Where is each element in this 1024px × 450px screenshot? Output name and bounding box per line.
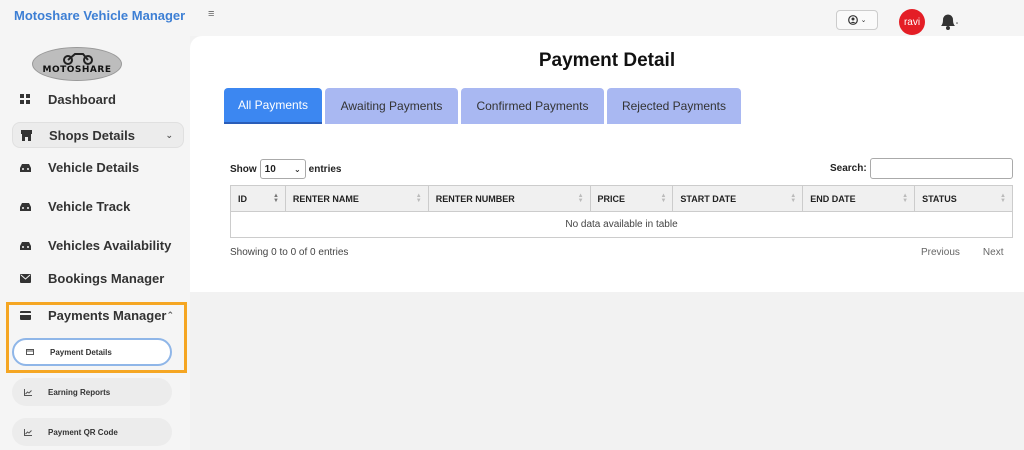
user-menu-dropdown[interactable]: ⌄ — [836, 10, 878, 30]
previous-page-button[interactable]: Previous — [921, 247, 960, 258]
sidebar-subitem-label: Payment QR Code — [48, 427, 118, 437]
column-header-renter-number[interactable]: RENTER NUMBER ▲ ▼ — [427, 185, 591, 212]
sidebar: Motoshare Vehicle Manager MOTOSHARE Dash… — [0, 0, 190, 450]
sidebar-item-vehicle-details[interactable]: Vehicle Details — [12, 154, 184, 180]
table-row: No data available in table — [230, 211, 1013, 238]
empty-table-message: No data available in table — [230, 211, 1013, 238]
main-content: Payment Detail All Payments Awaiting Pay… — [190, 36, 1024, 292]
entries-label: entries — [308, 163, 342, 175]
search-label: Search: — [830, 163, 867, 174]
column-header-start-date[interactable]: START DATE ▲ ▼ — [672, 185, 804, 212]
sort-icon: ▲ ▼ — [577, 193, 584, 204]
entries-length-control: Show 10 ⌄ entries — [230, 159, 341, 179]
highlight-box — [6, 302, 187, 373]
sort-icon: ▲ ▼ — [902, 193, 909, 204]
next-page-button[interactable]: Next — [983, 247, 1004, 258]
car-icon — [18, 160, 32, 174]
sidebar-item-label: Vehicle Track — [48, 198, 131, 214]
sidebar-item-label: Vehicles Availability — [48, 237, 172, 253]
menu-toggle-icon[interactable]: ≡ — [208, 8, 214, 20]
column-header-status[interactable]: STATUS ▲ ▼ — [914, 185, 1013, 212]
app-title[interactable]: Motoshare Vehicle Manager — [14, 8, 185, 23]
page-title: Payment Detail — [538, 50, 676, 71]
sidebar-item-label: Bookings Manager — [48, 270, 165, 286]
avatar[interactable]: ravi — [899, 9, 925, 35]
car-icon — [18, 199, 32, 213]
table-header-row: ID ▲ ▼ RENTER NAME ▲ ▼ RENTER NUMBER ▲ ▼ PRICE… — [230, 185, 1013, 212]
sidebar-item-vehicle-track[interactable]: Vehicle Track — [12, 193, 184, 219]
pagination: Previous Next — [921, 247, 1003, 258]
chart-icon — [22, 388, 34, 396]
sidebar-item-label: Dashboard — [48, 91, 116, 107]
store-icon — [19, 128, 33, 142]
entries-value: 10 — [264, 163, 276, 175]
tab-confirmed-payments[interactable]: Confirmed Payments — [461, 88, 604, 124]
user-circle-icon — [847, 15, 858, 25]
entries-select[interactable]: 10 ⌄ — [259, 159, 306, 179]
sort-icon: ▲ ▼ — [660, 193, 667, 204]
grid-icon — [18, 92, 32, 106]
chevron-down-icon: ⌄ — [165, 129, 173, 140]
column-header-id[interactable]: ID ▲ ▼ — [230, 185, 286, 212]
column-header-price[interactable]: PRICE ▲ ▼ — [589, 185, 674, 212]
table-info: Showing 0 to 0 of 0 entries — [230, 247, 349, 258]
sidebar-item-dashboard[interactable]: Dashboard — [12, 86, 184, 112]
chart-icon — [22, 428, 34, 436]
logo-text: MOTOSHARE — [42, 65, 112, 75]
sidebar-item-label: Vehicle Details — [48, 159, 140, 175]
sidebar-item-bookings-manager[interactable]: Bookings Manager — [12, 265, 184, 291]
sidebar-item-shops-details[interactable]: Shops Details ⌄ — [12, 122, 184, 148]
sidebar-subitem-label: Earning Reports — [48, 387, 111, 397]
sidebar-subitem-earning-reports[interactable]: Earning Reports — [12, 378, 172, 406]
bell-icon[interactable] — [938, 11, 958, 31]
sort-icon: ▲ ▼ — [790, 193, 797, 204]
payments-table: ID ▲ ▼ RENTER NAME ▲ ▼ RENTER NUMBER ▲ ▼ PRICE… — [230, 185, 1013, 238]
envelope-icon — [18, 271, 32, 285]
logo[interactable]: MOTOSHARE — [32, 47, 122, 81]
chevron-down-icon: ⌄ — [293, 164, 301, 174]
sort-icon: ▲ ▼ — [1000, 193, 1006, 204]
topbar: ≡ ⌄ ravi — [190, 0, 1024, 36]
search-control: Search: — [830, 158, 1013, 179]
car-icon — [18, 238, 32, 252]
sort-icon: ▲ ▼ — [272, 193, 279, 204]
sidebar-subitem-payment-qr-code[interactable]: Payment QR Code — [12, 418, 172, 446]
column-header-renter-name[interactable]: RENTER NAME ▲ ▼ — [284, 185, 429, 212]
tab-awaiting-payments[interactable]: Awaiting Payments — [325, 88, 458, 124]
tab-all-payments[interactable]: All Payments — [224, 88, 322, 124]
sidebar-item-vehicles-availability[interactable]: Vehicles Availability — [12, 232, 184, 258]
sidebar-item-label: Shops Details — [49, 127, 135, 143]
sort-icon: ▲ ▼ — [415, 193, 422, 204]
tab-rejected-payments[interactable]: Rejected Payments — [607, 88, 741, 124]
column-header-end-date[interactable]: END DATE ▲ ▼ — [802, 185, 916, 212]
show-label: Show — [230, 163, 257, 175]
search-input[interactable] — [869, 158, 1013, 179]
motorcycle-icon — [63, 53, 93, 65]
chevron-down-icon: ⌄ — [860, 17, 867, 24]
